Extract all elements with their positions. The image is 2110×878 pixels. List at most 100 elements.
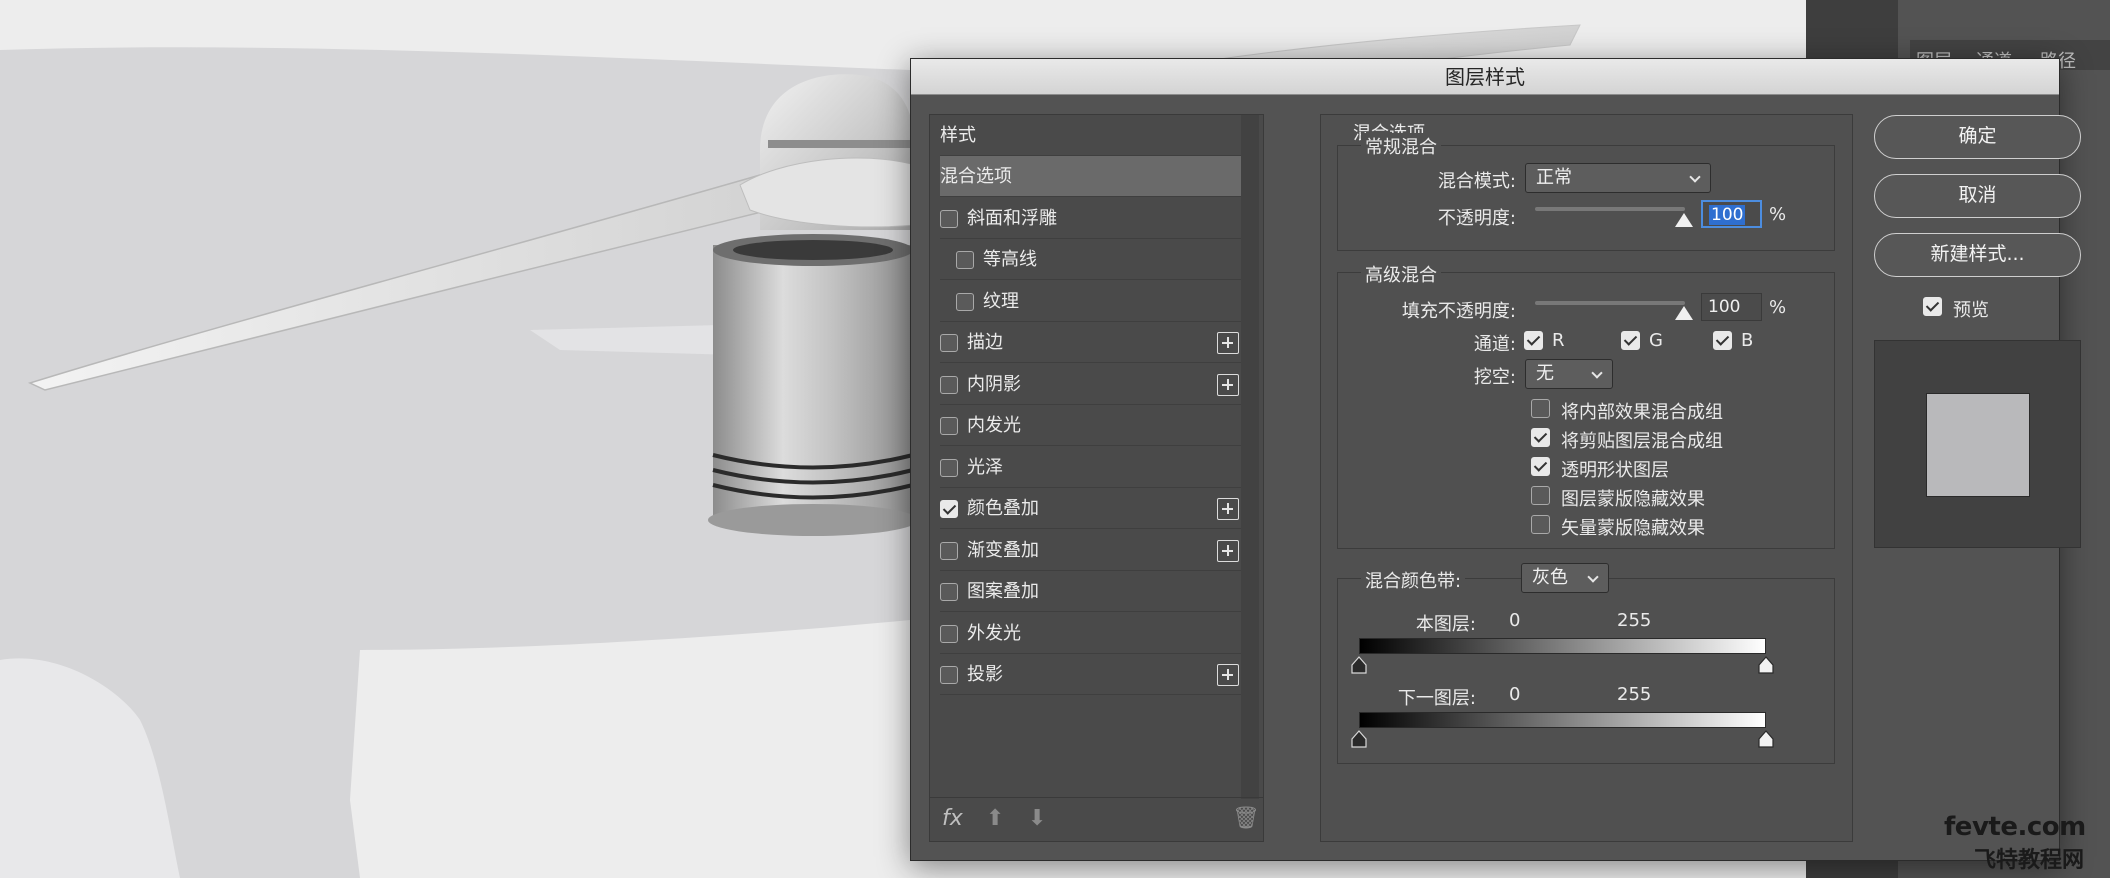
add-drop-shadow-plus-icon[interactable] — [1217, 664, 1239, 686]
style-checkbox[interactable] — [940, 583, 958, 601]
style-item-label: 等高线 — [983, 249, 1037, 270]
opacity-label: 不透明度: — [1437, 208, 1516, 229]
style-item-label: 光泽 — [967, 457, 1003, 478]
style-item-blending-options[interactable]: 混合选项 — [940, 156, 1247, 197]
trash-icon[interactable]: 🗑 — [1232, 806, 1260, 831]
blend-if-select[interactable]: 灰色 — [1521, 563, 1609, 593]
move-up-icon[interactable]: ⬆ — [986, 806, 1004, 831]
dialog-title: 图层样式 — [911, 59, 2059, 95]
style-item-label: 混合选项 — [940, 166, 1012, 187]
fill-opacity-slider-thumb[interactable] — [1675, 306, 1693, 320]
style-item-inner-glow[interactable]: 内发光 — [940, 405, 1247, 446]
underlying-layer-min: 0 — [1509, 684, 1521, 705]
style-checkbox[interactable] — [940, 210, 958, 228]
styles-list-scrollbar[interactable] — [1241, 115, 1259, 799]
transparency-shapes-layer-checkbox[interactable] — [1531, 457, 1550, 476]
style-item-drop-shadow[interactable]: 投影 — [940, 654, 1247, 695]
add-inner-shadow-plus-icon[interactable] — [1217, 374, 1239, 396]
blend-clipped-layers-label: 将剪贴图层混合成组 — [1561, 431, 1723, 452]
preview-checkbox[interactable] — [1923, 297, 1942, 316]
underlying-layer-label: 下一图层: — [1397, 688, 1476, 709]
style-checkbox[interactable] — [940, 417, 958, 435]
style-item-texture[interactable]: 纹理 — [940, 281, 1247, 322]
style-item-outer-glow[interactable]: 外发光 — [940, 613, 1247, 654]
layer-mask-hides-effects-checkbox[interactable] — [1531, 486, 1550, 505]
style-checkbox[interactable] — [956, 293, 974, 311]
underlying-layer-gradient — [1359, 712, 1766, 728]
this-layer-min: 0 — [1509, 610, 1521, 631]
this-layer-max: 255 — [1617, 610, 1652, 631]
style-checkbox[interactable] — [940, 666, 958, 684]
layer-style-dialog: 图层样式 样式 混合选项 斜面和浮雕 等高线 纹理 描边 内阴影 内发光 光泽 … — [910, 58, 2081, 861]
style-checkbox[interactable] — [940, 334, 958, 352]
style-item-contour[interactable]: 等高线 — [940, 239, 1247, 280]
underlying-black-handle[interactable] — [1351, 730, 1367, 748]
watermark-site-name: 飞特教程网 — [1974, 848, 2085, 873]
opacity-unit: % — [1769, 204, 1787, 225]
blend-mode-select[interactable]: 正常 — [1525, 163, 1711, 193]
fill-opacity-input[interactable]: 100 — [1701, 293, 1762, 321]
add-color-overlay-plus-icon[interactable] — [1217, 498, 1239, 520]
styles-list: 样式 混合选项 斜面和浮雕 等高线 纹理 描边 内阴影 内发光 光泽 颜色叠加 … — [929, 114, 1264, 842]
opacity-slider-thumb[interactable] — [1675, 213, 1693, 227]
style-item-pattern-overlay[interactable]: 图案叠加 — [940, 571, 1247, 612]
blend-if-label: 混合颜色带: — [1361, 567, 1466, 593]
styles-list-footer: fx ⬆ ⬇ 🗑 — [930, 797, 1263, 841]
channel-b-label: B — [1741, 330, 1754, 351]
blend-mode-label: 混合模式: — [1437, 171, 1516, 192]
preview-swatch — [1926, 393, 2030, 497]
style-checkbox[interactable] — [956, 251, 974, 269]
underlying-white-handle[interactable] — [1758, 730, 1774, 748]
style-item-label: 图案叠加 — [967, 581, 1039, 602]
channel-b-checkbox[interactable] — [1713, 331, 1732, 350]
style-item-inner-shadow[interactable]: 内阴影 — [940, 364, 1247, 405]
new-style-button[interactable]: 新建样式... — [1874, 233, 2081, 277]
blending-options-panel: 混合选项 常规混合 混合模式: 正常 不透明度: 100 % 高级混合 填充不透… — [1320, 114, 1853, 842]
this-layer-black-handle[interactable] — [1351, 656, 1367, 674]
this-layer-white-handle[interactable] — [1758, 656, 1774, 674]
general-blending-title: 常规混合 — [1361, 133, 1441, 159]
opacity-input[interactable]: 100 — [1701, 200, 1762, 228]
style-item-stroke[interactable]: 描边 — [940, 322, 1247, 363]
style-item-label: 内发光 — [967, 415, 1021, 436]
style-checkbox-checked[interactable] — [940, 500, 958, 518]
style-item-color-overlay[interactable]: 颜色叠加 — [940, 488, 1247, 529]
channel-g-label: G — [1649, 330, 1663, 351]
site-watermark: fevte.com 飞特教程网 — [1944, 812, 2104, 873]
channel-g-checkbox[interactable] — [1621, 331, 1640, 350]
watermark-domain: fevte.com — [1944, 812, 2086, 842]
styles-header: 样式 — [940, 115, 1247, 156]
blend-clipped-layers-checkbox[interactable] — [1531, 428, 1550, 447]
style-item-gradient-overlay[interactable]: 渐变叠加 — [940, 530, 1247, 571]
vector-mask-hides-effects-checkbox[interactable] — [1531, 515, 1550, 534]
fx-icon[interactable]: fx — [942, 806, 963, 831]
style-item-bevel-emboss[interactable]: 斜面和浮雕 — [940, 198, 1247, 239]
style-checkbox[interactable] — [940, 459, 958, 477]
vector-mask-hides-effects-label: 矢量蒙版隐藏效果 — [1561, 518, 1705, 539]
underlying-layer-max: 255 — [1617, 684, 1652, 705]
style-item-satin[interactable]: 光泽 — [940, 447, 1247, 488]
style-item-label: 渐变叠加 — [967, 540, 1039, 561]
fill-opacity-unit: % — [1769, 297, 1787, 318]
blend-interior-effects-checkbox[interactable] — [1531, 399, 1550, 418]
style-checkbox[interactable] — [940, 625, 958, 643]
add-stroke-plus-icon[interactable] — [1217, 332, 1239, 354]
knockout-select[interactable]: 无 — [1525, 359, 1613, 389]
move-down-icon[interactable]: ⬇ — [1028, 806, 1046, 831]
ok-button[interactable]: 确定 — [1874, 115, 2081, 159]
opacity-slider[interactable] — [1535, 207, 1685, 211]
cancel-button[interactable]: 取消 — [1874, 174, 2081, 218]
advanced-blending-title: 高级混合 — [1361, 261, 1441, 287]
style-checkbox[interactable] — [940, 542, 958, 560]
style-item-label: 颜色叠加 — [967, 498, 1039, 519]
channel-r-label: R — [1552, 330, 1565, 351]
fill-opacity-slider[interactable] — [1535, 301, 1685, 305]
channel-r-checkbox[interactable] — [1524, 331, 1543, 350]
style-checkbox[interactable] — [940, 376, 958, 394]
style-item-label: 纹理 — [983, 291, 1019, 312]
add-gradient-overlay-plus-icon[interactable] — [1217, 540, 1239, 562]
preview-label: 预览 — [1953, 300, 1989, 321]
style-item-label: 外发光 — [967, 623, 1021, 644]
fill-opacity-label: 填充不透明度: — [1401, 301, 1516, 322]
this-layer-gradient — [1359, 638, 1766, 654]
